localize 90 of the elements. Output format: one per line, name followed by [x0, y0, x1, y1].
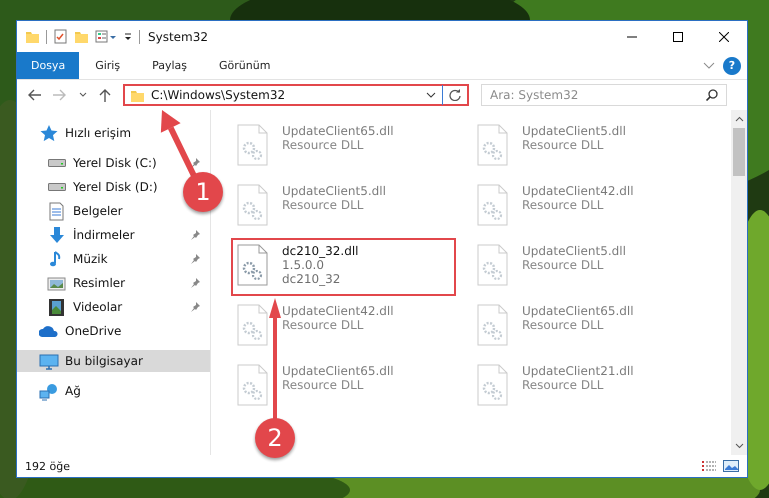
dll-file-icon — [477, 244, 508, 286]
window-title: System32 — [148, 30, 208, 44]
drive-icon — [48, 159, 66, 167]
file-item[interactable]: UpdateClient21.dll Resource DLL — [471, 358, 696, 416]
item-count: 192 öğe — [25, 460, 70, 472]
file-item[interactable]: UpdateClient5.dll Resource DLL — [471, 238, 696, 296]
file-detail: Resource DLL — [522, 318, 604, 332]
file-name: UpdateClient65.dll — [282, 364, 394, 378]
file-detail: Resource DLL — [282, 198, 364, 212]
properties-icon[interactable] — [95, 29, 117, 44]
sidebar-item[interactable]: Ağ — [17, 380, 210, 402]
dll-file-icon — [237, 244, 268, 286]
file-detail: Resource DLL — [522, 198, 604, 212]
file-detail: Resource DLL — [522, 378, 604, 392]
file-name: UpdateClient21.dll — [522, 364, 634, 378]
up-arrow-icon[interactable] — [99, 88, 111, 102]
dll-file-icon — [477, 184, 508, 226]
file-name: UpdateClient5.dll — [522, 124, 626, 138]
monitor-icon — [39, 352, 59, 370]
file-name: UpdateClient42.dll — [522, 184, 634, 198]
pin-icon[interactable] — [190, 302, 200, 312]
file-item[interactable]: UpdateClient65.dll Resource DLL — [471, 298, 696, 356]
help-button[interactable]: ? — [723, 56, 741, 74]
dll-file-icon — [237, 304, 268, 346]
dll-file-icon — [477, 364, 508, 406]
scroll-down-icon[interactable] — [734, 443, 744, 449]
pin-icon[interactable] — [190, 158, 200, 168]
sidebar-item[interactable]: OneDrive — [17, 320, 210, 342]
sidebar-item[interactable]: Müzik — [17, 248, 210, 270]
file-detail: 1.5.0.0 — [282, 258, 325, 272]
dll-file-icon — [237, 364, 268, 406]
dll-file-icon — [477, 124, 508, 166]
file-detail: dc210_32 — [282, 272, 342, 286]
sidebar-item[interactable]: İndirmeler — [17, 224, 210, 246]
file-name: dc210_32.dll — [282, 244, 358, 258]
file-detail: Resource DLL — [522, 258, 604, 272]
dll-file-icon — [477, 304, 508, 346]
search-icon[interactable] — [706, 89, 718, 101]
sidebar-item[interactable]: Yerel Disk (C:) — [17, 152, 210, 174]
sidebar-item[interactable]: Yerel Disk (D:) — [17, 176, 168, 198]
file-detail: Resource DLL — [522, 138, 604, 152]
chevron-down-icon[interactable] — [426, 92, 436, 98]
close-icon[interactable] — [719, 32, 729, 42]
file-item[interactable]: dc210_32.dll 1.5.0.0 dc210_32 — [231, 238, 456, 296]
pin-icon[interactable] — [190, 278, 200, 288]
checklist-icon[interactable] — [53, 29, 68, 44]
sidebar-item[interactable]: Belgeler — [17, 200, 133, 222]
file-name: UpdateClient65.dll — [282, 124, 394, 138]
file-detail: Resource DLL — [282, 318, 364, 332]
file-name: UpdateClient5.dll — [282, 184, 386, 198]
scrollbar[interactable] — [731, 110, 747, 455]
download-arrow-icon — [47, 226, 67, 244]
file-item[interactable]: UpdateClient5.dll Resource DLL — [471, 118, 696, 176]
star-icon — [39, 124, 59, 142]
search-field[interactable]: Ara: System32 — [481, 84, 727, 106]
drive-icon — [48, 183, 66, 191]
film-icon — [47, 298, 67, 316]
file-item[interactable]: UpdateClient65.dll Resource DLL — [231, 118, 456, 176]
file-name: UpdateClient5.dll — [522, 244, 626, 258]
network-icon — [39, 382, 59, 400]
scroll-thumb[interactable] — [733, 128, 745, 176]
file-item[interactable]: UpdateClient65.dll Resource DLL — [231, 358, 456, 416]
refresh-icon[interactable] — [449, 89, 461, 101]
ribbon-tab[interactable]: Giriş — [79, 52, 136, 79]
file-name: UpdateClient42.dll — [282, 304, 394, 318]
caret-icon[interactable] — [79, 92, 87, 98]
maximize-icon[interactable] — [673, 32, 683, 42]
dll-file-icon — [237, 124, 268, 166]
pin-icon[interactable] — [190, 254, 200, 264]
scroll-up-icon[interactable] — [734, 116, 744, 122]
back-arrow-icon[interactable] — [27, 89, 41, 101]
sidebar-item[interactable]: Videolar — [17, 296, 210, 318]
file-detail: Resource DLL — [282, 378, 364, 392]
ribbon-tab[interactable]: Paylaş — [136, 52, 203, 79]
file-name: UpdateClient65.dll — [522, 304, 634, 318]
file-item[interactable]: UpdateClient42.dll Resource DLL — [231, 298, 456, 356]
address-path: C:\Windows\System32 — [151, 88, 286, 102]
dll-file-icon — [237, 184, 268, 226]
file-detail: Resource DLL — [282, 138, 364, 152]
ribbon-tab[interactable]: Görünüm — [203, 52, 286, 79]
pin-icon[interactable] — [190, 230, 200, 240]
details-view-icon[interactable] — [701, 460, 717, 472]
file-item[interactable]: UpdateClient5.dll Resource DLL — [231, 178, 456, 236]
large-icons-view-icon[interactable] — [723, 460, 739, 472]
sidebar-item[interactable]: Bu bilgisayar — [17, 350, 210, 372]
sidebar-item[interactable]: Hızlı erişim — [17, 122, 210, 144]
sidebar-item[interactable]: Resimler — [17, 272, 210, 294]
address-bar[interactable]: C:\Windows\System32 — [123, 84, 469, 106]
file-item[interactable]: UpdateClient42.dll Resource DLL — [471, 178, 696, 236]
ribbon-tab[interactable]: Dosya — [17, 52, 80, 79]
